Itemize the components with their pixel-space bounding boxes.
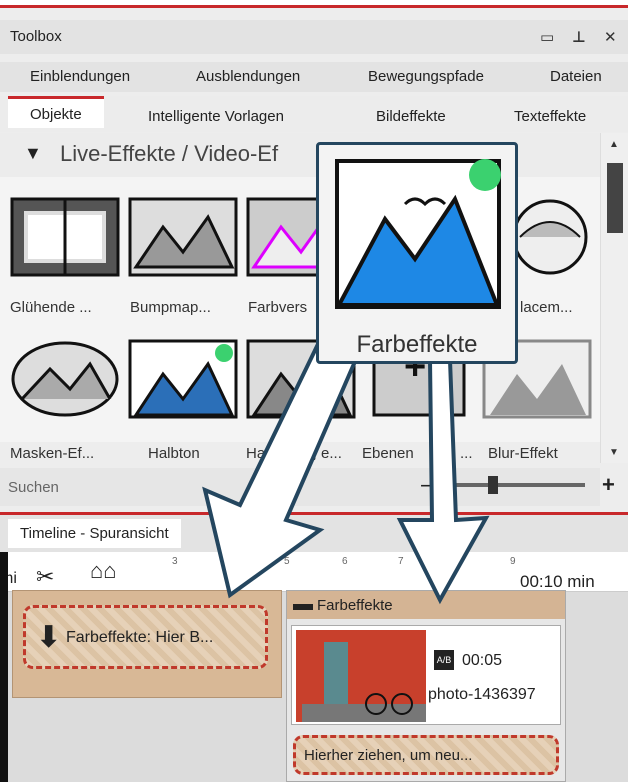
farbeffekte-large-icon	[335, 159, 501, 309]
farbeffekte-tooltip: Farbeffekte	[316, 142, 518, 364]
drag-arrow-right-icon	[396, 358, 490, 605]
drag-arrows-overlay	[202, 337, 490, 605]
tooltip-label: Farbeffekte	[356, 331, 478, 358]
drag-arrow-left-icon	[202, 337, 363, 599]
